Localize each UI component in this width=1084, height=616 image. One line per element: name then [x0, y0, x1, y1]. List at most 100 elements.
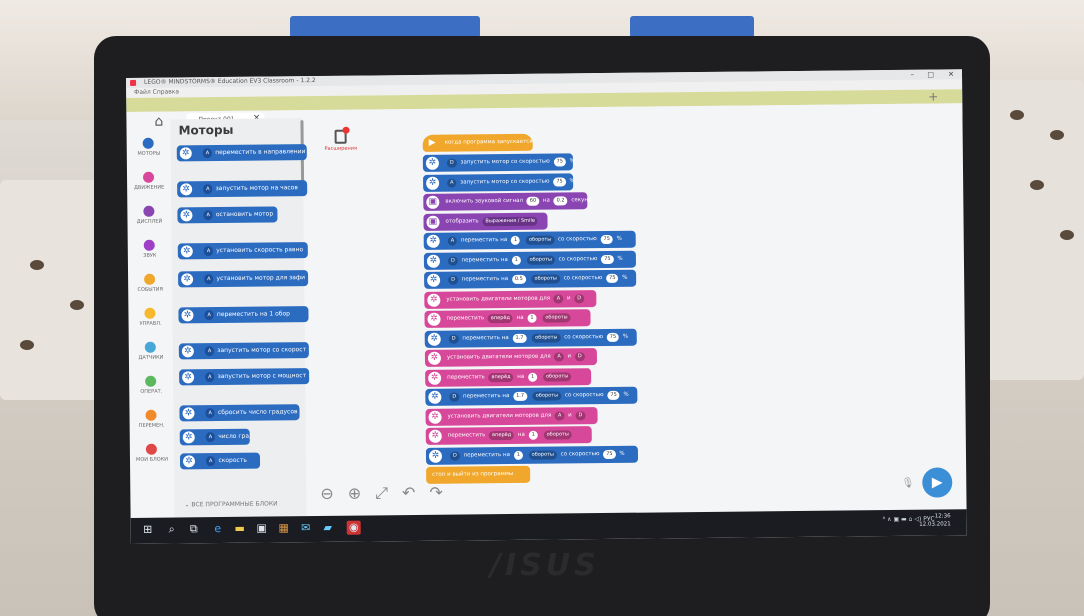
- palette-block-0[interactable]: ✲ Aпереместить в направлении: [176, 144, 307, 162]
- store-icon[interactable]: ▣: [255, 522, 269, 536]
- palette-block-9[interactable]: ✲ Aчисло градусов: [179, 428, 250, 446]
- category-8[interactable]: ПЕРЕМЕН.: [131, 409, 171, 440]
- program-block-4[interactable]: ✲ A переместить на 1 обороты со скоростью…: [423, 230, 636, 250]
- dropdown[interactable]: вперёд: [488, 372, 514, 382]
- file-explorer-icon[interactable]: ▬: [233, 522, 247, 536]
- category-1[interactable]: ДВИЖЕНИЕ: [129, 171, 169, 202]
- port-dropdown[interactable]: A: [203, 246, 214, 257]
- dropdown[interactable]: вперёд: [489, 430, 515, 441]
- add-project-icon[interactable]: +: [928, 89, 938, 103]
- dropdown[interactable]: D: [446, 158, 457, 168]
- value-field[interactable]: 0.5: [511, 274, 526, 284]
- palette-block-10[interactable]: ✲ Aскорость: [179, 452, 261, 470]
- program-block-10[interactable]: ✲ установить двигатели моторов для A и D: [424, 348, 598, 367]
- start-icon[interactable]: ⊞: [141, 523, 155, 537]
- program-block-3[interactable]: ▣ отобразить Выражения / Smile: [423, 212, 548, 231]
- port-dropdown[interactable]: A: [204, 310, 214, 321]
- palette-block-5[interactable]: ✲ Aпереместить на 1 обор: [178, 306, 309, 324]
- dropdown[interactable]: A: [447, 236, 458, 246]
- dropdown[interactable]: D: [449, 392, 460, 402]
- minimize-button[interactable]: –: [910, 70, 914, 80]
- dropdown[interactable]: вперёд: [487, 313, 513, 324]
- category-4[interactable]: СОБЫТИЯ: [130, 273, 170, 304]
- dropdown[interactable]: A: [447, 178, 457, 188]
- program-block-15[interactable]: ✲ D переместить на 1 обороты со скоростью…: [425, 445, 639, 465]
- redo-icon[interactable]: ↷: [429, 483, 457, 502]
- dropdown[interactable]: обороты: [542, 313, 571, 323]
- app-icon-2[interactable]: ▰: [321, 521, 335, 535]
- program-block-14[interactable]: ✲ переместить вперёд на 1 обороты: [425, 426, 592, 445]
- dropdown[interactable]: D: [449, 451, 460, 461]
- dropdown[interactable]: обороты: [542, 371, 572, 382]
- dropdown[interactable]: обороты: [528, 450, 557, 460]
- value-field[interactable]: 75: [603, 449, 616, 459]
- port-dropdown[interactable]: A: [205, 372, 215, 383]
- program-block-11[interactable]: ✲ переместить вперёд на 1 обороты: [425, 367, 592, 387]
- port-dropdown[interactable]: A: [204, 274, 214, 285]
- program-canvas[interactable]: ▶ когда программа запускается ✲ D запусти…: [422, 132, 687, 515]
- value-field[interactable]: 75: [600, 234, 613, 245]
- value-field[interactable]: 1: [527, 372, 538, 382]
- category-7[interactable]: ОПЕРАТ.: [131, 375, 171, 406]
- value-field[interactable]: 1.7: [513, 391, 528, 401]
- value-field[interactable]: 1: [510, 235, 521, 245]
- program-block-8[interactable]: ✲ переместить вперёд на 1 обороты: [424, 309, 591, 328]
- palette-block-3[interactable]: ✲ Aустановить скорость равно: [177, 242, 308, 260]
- zoom-in-icon[interactable]: ⊕: [348, 483, 376, 502]
- port-dropdown[interactable]: A: [205, 408, 215, 419]
- office-icon[interactable]: ▦: [277, 521, 291, 535]
- value-field[interactable]: 75: [553, 157, 566, 167]
- dropdown[interactable]: обороты: [532, 391, 562, 401]
- category-2[interactable]: ДИСПЛЕЙ: [129, 205, 169, 236]
- clock[interactable]: 12:36 12.03.2021: [919, 512, 951, 528]
- port-dropdown[interactable]: A: [205, 432, 216, 443]
- dropdown[interactable]: обороты: [543, 430, 572, 440]
- category-6[interactable]: ДАТЧИКИ: [131, 341, 171, 372]
- microphone-icon[interactable]: 🎙: [902, 478, 915, 489]
- port-dropdown[interactable]: A: [204, 346, 215, 357]
- program-block-5[interactable]: ✲ D переместить на 1 обороты со скоростью…: [423, 250, 637, 270]
- dropdown[interactable]: D: [574, 293, 585, 303]
- value-field[interactable]: 1: [528, 430, 538, 440]
- palette-block-7[interactable]: ✲ Aзапустить мотор с мощност: [179, 368, 310, 386]
- dropdown[interactable]: D: [448, 334, 459, 344]
- ev3-taskbar-icon[interactable]: ◉: [346, 520, 361, 535]
- extension-button[interactable]: Расширения: [311, 126, 371, 152]
- palette-block-2[interactable]: ✲ Aостановить мотор: [177, 206, 278, 224]
- value-field[interactable]: 1.7: [512, 333, 527, 343]
- value-field[interactable]: 1: [511, 255, 521, 265]
- category-5[interactable]: УПРАВЛ.: [130, 307, 170, 338]
- palette-block-1[interactable]: ✲ Aзапустить мотор на часов: [177, 180, 308, 198]
- port-dropdown[interactable]: A: [203, 210, 213, 221]
- program-block-7[interactable]: ✲ установить двигатели моторов для A и D: [424, 289, 597, 309]
- dropdown[interactable]: A: [554, 352, 564, 362]
- port-dropdown[interactable]: A: [203, 184, 213, 195]
- dropdown[interactable]: D: [574, 352, 585, 362]
- program-block-13[interactable]: ✲ установить двигатели моторов для A и D: [425, 406, 598, 426]
- category-9[interactable]: МОИ БЛОКИ: [132, 443, 172, 474]
- dropdown[interactable]: обороты: [532, 332, 561, 343]
- home-icon[interactable]: ⌂: [154, 114, 163, 130]
- palette-block-8[interactable]: ✲ Aсбросить число градусов: [179, 404, 300, 422]
- value-field[interactable]: 60: [526, 196, 540, 206]
- dropdown[interactable]: обороты: [531, 274, 560, 284]
- edge-icon[interactable]: e: [211, 522, 225, 536]
- program-block-0[interactable]: ✲ D запустить мотор со скоростью 75 %: [422, 153, 575, 172]
- category-3[interactable]: ЗВУК: [130, 239, 170, 270]
- all-blocks-toggle[interactable]: ⌄ ВСЕ ПРОГРАММНЫЕ БЛОКИ: [184, 500, 277, 508]
- close-window-button[interactable]: ✕: [948, 69, 954, 79]
- value-field[interactable]: 75: [607, 390, 620, 400]
- value-field[interactable]: 75: [606, 332, 620, 342]
- dropdown[interactable]: D: [448, 275, 459, 285]
- zoom-reset-icon[interactable]: ⤢: [375, 483, 402, 502]
- undo-icon[interactable]: ↶: [402, 483, 430, 502]
- mail-icon[interactable]: ✉: [299, 521, 313, 535]
- program-block-1[interactable]: ✲ A запустить мотор со скоростью 75 %: [423, 172, 575, 192]
- dropdown[interactable]: обороты: [525, 235, 555, 245]
- dropdown[interactable]: обороты: [526, 255, 555, 265]
- value-field[interactable]: 75: [553, 176, 566, 187]
- search-icon[interactable]: ⌕: [165, 522, 179, 536]
- run-button[interactable]: ▶: [922, 467, 953, 498]
- task-view-icon[interactable]: ⧉: [187, 522, 201, 536]
- maximize-button[interactable]: □: [927, 70, 934, 80]
